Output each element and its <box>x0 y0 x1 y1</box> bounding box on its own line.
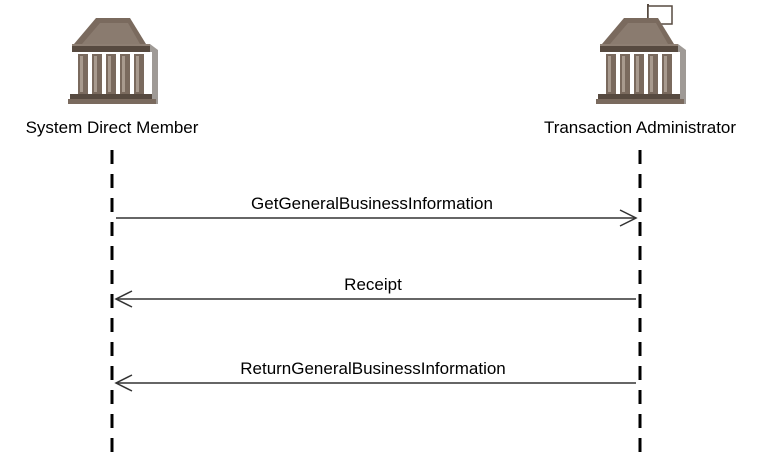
message-label-get-general-business-information: GetGeneralBusinessInformation <box>251 194 493 213</box>
actor-label-transaction-administrator: Transaction Administrator <box>543 118 737 137</box>
message-label-receipt: Receipt <box>344 275 402 294</box>
bank-building-icon <box>68 18 158 104</box>
bank-building-flag-icon <box>596 4 686 104</box>
message-label-return-general-business-information: ReturnGeneralBusinessInformation <box>240 359 506 378</box>
actor-label-system-direct-member: System Direct Member <box>25 118 199 137</box>
sequence-diagram <box>68 4 686 452</box>
